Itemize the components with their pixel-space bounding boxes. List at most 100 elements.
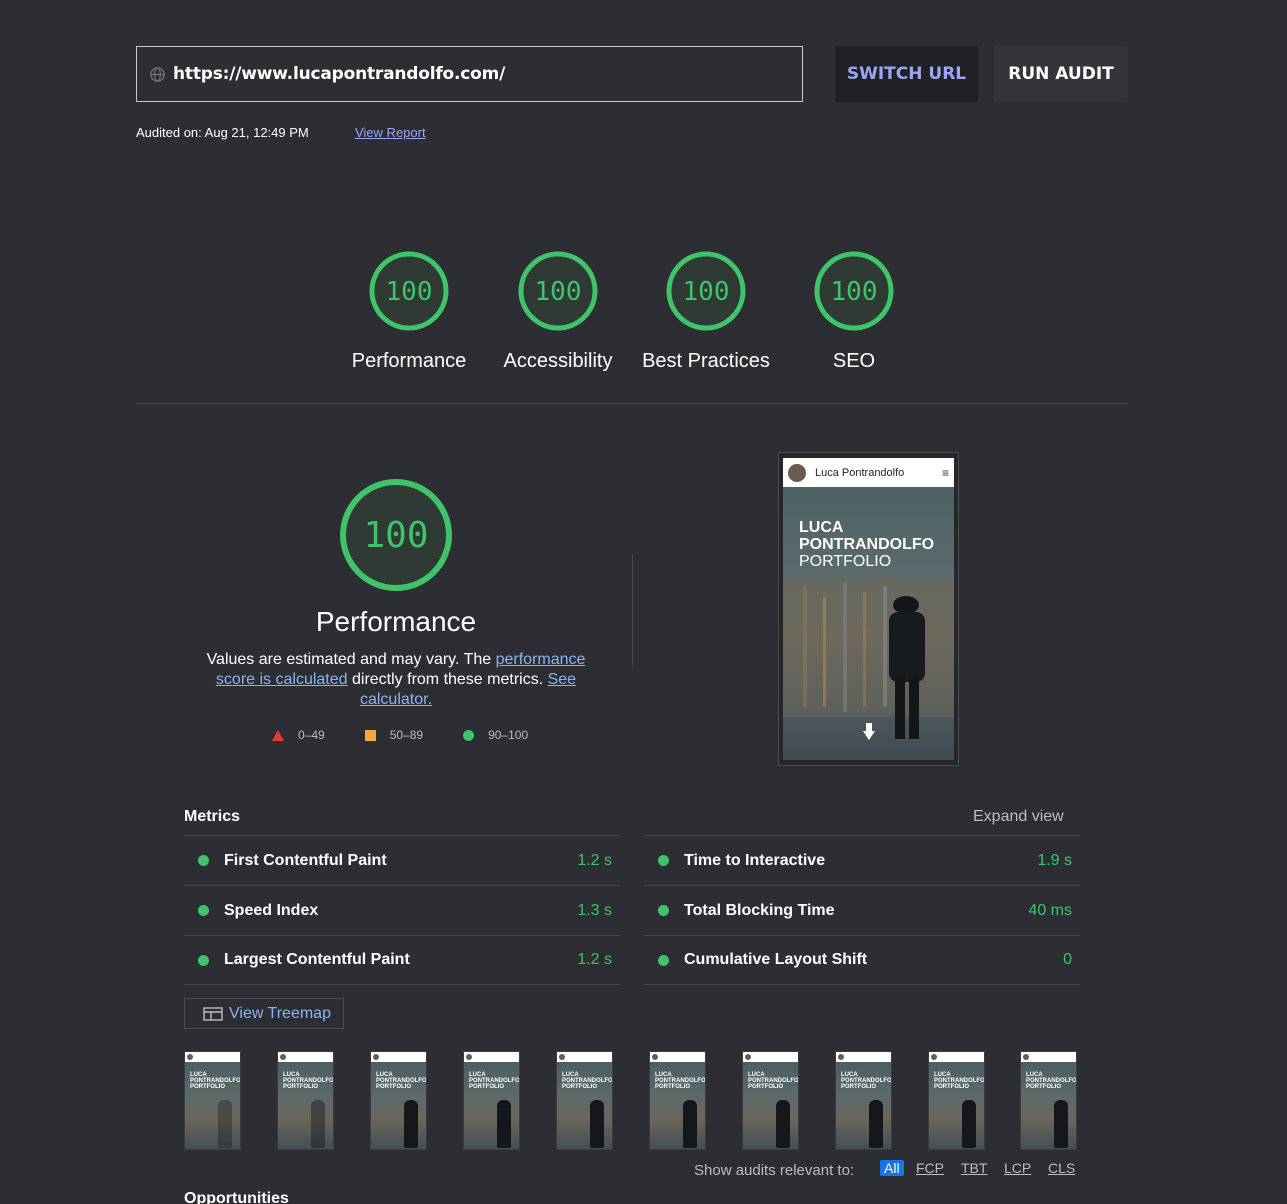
score-ring: 100 [518, 251, 598, 331]
treemap-icon [203, 1006, 223, 1021]
pass-icon [198, 905, 209, 916]
view-report-link[interactable]: View Report [355, 125, 426, 140]
pass-icon [198, 855, 209, 866]
filmstrip-frame: LUCA PONTRANDOLFO PORTFOLIO [556, 1051, 613, 1150]
category-gauges: 100 Performance 100 Accessibility 100 Be… [0, 250, 1287, 380]
performance-score-ring: 100 [340, 479, 452, 591]
performance-score-value: 100 [363, 515, 428, 556]
metrics-column-left: First Contentful Paint 1.2 s Speed Index… [184, 835, 620, 985]
url-input[interactable]: https://www.lucapontrandolfo.com/ [136, 46, 803, 102]
filter-tbt[interactable]: TBT [961, 1160, 987, 1176]
url-text: https://www.lucapontrandolfo.com/ [173, 64, 506, 84]
treemap-label: View Treemap [229, 1004, 331, 1022]
metric-tti: Time to Interactive 1.9 s [644, 835, 1080, 885]
audit-filter-label: Show audits relevant to: [694, 1162, 855, 1179]
section-divider [136, 403, 1128, 404]
metric-name: Cumulative Layout Shift [684, 951, 868, 968]
metric-value: 1.9 s [1037, 851, 1072, 869]
avatar [788, 463, 806, 482]
metric-fcp: First Contentful Paint 1.2 s [184, 835, 620, 885]
metric-name: First Contentful Paint [224, 851, 387, 869]
metric-cls: Cumulative Layout Shift 0 [644, 935, 1080, 985]
performance-description: Values are estimated and may vary. The p… [201, 650, 591, 710]
metric-name: Total Blocking Time [684, 901, 835, 919]
filmstrip-frame: LUCA PONTRANDOLFO PORTFOLIO [928, 1051, 985, 1150]
metric-value: 1.2 s [577, 951, 612, 968]
gauge-best-practices[interactable]: 100 Best Practices [631, 250, 781, 373]
gauge-label: Performance [351, 350, 467, 372]
globe-icon [150, 66, 165, 82]
performance-title: Performance [315, 606, 477, 637]
gauge-accessibility[interactable]: 100 Accessibility [483, 250, 633, 373]
pass-icon [658, 954, 669, 966]
screenshot-site-name: Luca Pontrandolfo [815, 466, 905, 479]
score-value: 100 [535, 277, 582, 307]
gauge-seo[interactable]: 100 SEO [779, 250, 929, 373]
desc-text: directly from these metrics. [347, 671, 548, 688]
score-ring: 100 [666, 251, 746, 331]
metric-tbt: Total Blocking Time 40 ms [644, 885, 1080, 935]
metric-name: Speed Index [224, 901, 319, 919]
hamburger-icon: ≡ [941, 465, 949, 480]
metric-value: 0 [1063, 951, 1072, 968]
metric-value: 1.3 s [577, 901, 612, 919]
hero-line: LUCA [799, 519, 844, 536]
score-value: 100 [683, 277, 730, 307]
vertical-divider [632, 554, 633, 666]
filmstrip-frame: LUCA PONTRANDOLFO PORTFOLIO [184, 1051, 241, 1150]
legend-average: 50–89 [364, 728, 424, 742]
filter-fcp[interactable]: FCP [916, 1160, 944, 1176]
legend-label: 0–49 [298, 728, 325, 742]
filter-cls[interactable]: CLS [1048, 1160, 1075, 1176]
gauge-label: Best Practices [642, 350, 770, 372]
pass-icon [658, 905, 669, 916]
metrics-heading: Metrics [184, 808, 241, 825]
screenshot-hero-title: LUCA PONTRANDOLFO PORTFOLIO [799, 519, 934, 570]
filmstrip: LUCA PONTRANDOLFO PORTFOLIO LUCA PONTRANDOL… [184, 1051, 1084, 1151]
circle-icon [463, 729, 475, 741]
filmstrip-frame: LUCA PONTRANDOLFO PORTFOLIO [649, 1051, 706, 1150]
triangle-icon [272, 729, 284, 741]
score-ring: 100 [369, 251, 449, 331]
filmstrip-frame: LUCA PONTRANDOLFO PORTFOLIO [835, 1051, 892, 1150]
hero-line: PORTFOLIO [799, 553, 892, 570]
pass-icon [658, 855, 669, 866]
gauge-label: Accessibility [503, 350, 613, 372]
expand-view-toggle[interactable]: Expand view [973, 808, 1064, 826]
switch-url-button[interactable]: SWITCH URL [835, 46, 978, 102]
filmstrip-frame: LUCA PONTRANDOLFO PORTFOLIO [742, 1051, 799, 1150]
metrics-column-right: Time to Interactive 1.9 s Total Blocking… [644, 835, 1080, 985]
screenshot-nav: Luca Pontrandolfo ≡ [783, 458, 954, 487]
legend-pass: 90–100 [463, 728, 528, 742]
view-treemap-button[interactable]: View Treemap [184, 998, 344, 1029]
metric-name: Largest Contentful Paint [224, 951, 410, 968]
filter-all[interactable]: All [880, 1160, 904, 1176]
score-ring: 100 [814, 251, 894, 331]
pass-icon [198, 954, 209, 966]
score-value: 100 [831, 277, 878, 307]
gauge-performance[interactable]: 100 Performance [334, 250, 484, 373]
legend-label: 50–89 [389, 728, 424, 742]
legend-label: 90–100 [488, 728, 529, 742]
run-audit-button[interactable]: RUN AUDIT [994, 46, 1128, 102]
gauge-label: SEO [832, 350, 876, 372]
metric-lcp: Largest Contentful Paint 1.2 s [184, 935, 620, 985]
filter-lcp[interactable]: LCP [1004, 1160, 1031, 1176]
audited-on-text: Audited on: Aug 21, 12:49 PM [136, 125, 309, 140]
metric-value: 40 ms [1028, 901, 1072, 919]
filmstrip-frame: LUCA PONTRANDOLFO PORTFOLIO [463, 1051, 520, 1150]
hero-line: PONTRANDOLFO [799, 536, 935, 553]
screenshot-hero: LUCA PONTRANDOLFO PORTFOLIO [783, 487, 954, 760]
metric-value: 1.2 s [577, 851, 612, 869]
legend-fail: 0–49 [272, 728, 325, 742]
filmstrip-frame: LUCA PONTRANDOLFO PORTFOLIO [370, 1051, 427, 1150]
score-legend: 0–49 50–89 90–100 [272, 728, 568, 742]
desc-text: Values are estimated and may vary. The [206, 651, 496, 668]
final-screenshot[interactable]: Luca Pontrandolfo ≡ LUCA PONTRANDOLFO PO… [778, 452, 959, 766]
opportunities-heading: Opportunities [184, 1190, 289, 1204]
performance-summary: 100 Performance Values are estimated and… [196, 478, 596, 710]
filmstrip-frame: LUCA PONTRANDOLFO PORTFOLIO [277, 1051, 334, 1150]
metric-name: Time to Interactive [684, 851, 826, 869]
square-icon [364, 729, 376, 741]
score-value: 100 [386, 277, 433, 307]
